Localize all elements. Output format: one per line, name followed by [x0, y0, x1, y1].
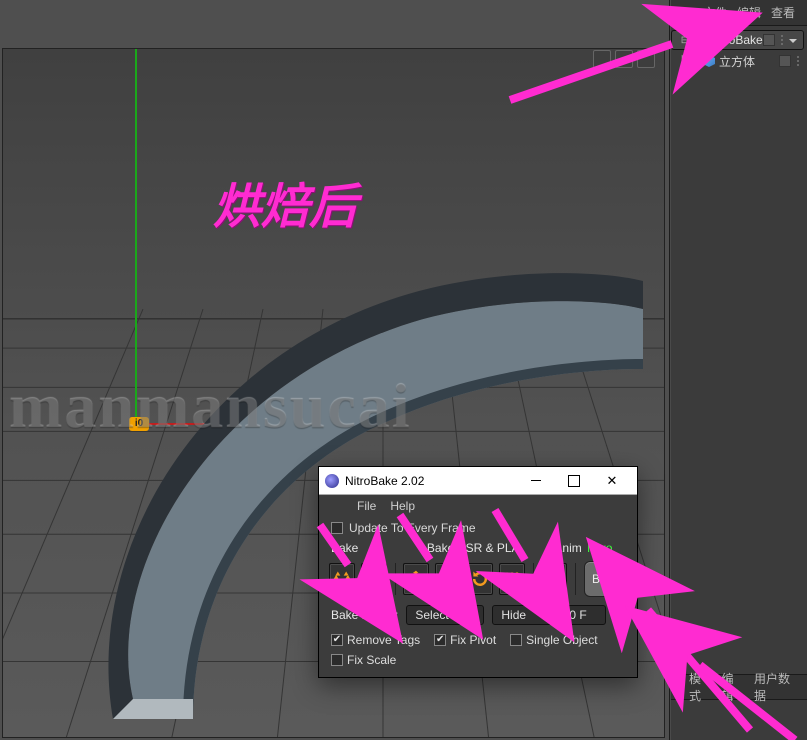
annotation-title-cn: 烘焙后	[213, 167, 357, 237]
watermark-text: manmansucai	[9, 369, 665, 443]
update-every-frame-label: Update To Every Frame	[349, 521, 476, 535]
remove-tags-checkbox[interactable]	[331, 634, 343, 646]
object-manager-tabbar: 文件 编辑 查看	[671, 0, 807, 26]
tab-file[interactable]: 文件	[703, 4, 727, 21]
app-logo-icon	[325, 474, 339, 488]
panel-grip-icon	[331, 500, 343, 512]
menu-help[interactable]: Help	[390, 499, 415, 513]
tree-tag-icon[interactable]	[763, 34, 775, 46]
axis-y	[135, 49, 137, 429]
window-close-button[interactable]	[593, 467, 631, 495]
psr-frames-button[interactable]	[435, 563, 461, 595]
viewport-layout-button-3[interactable]	[637, 50, 655, 68]
tree-item-label: NitroBake	[710, 33, 763, 47]
tree-frame-badge: 0	[692, 33, 706, 47]
pivot-badge: i0	[129, 417, 149, 431]
dialog-titlebar[interactable]: NitroBake 2.02	[319, 467, 637, 495]
tab-edit[interactable]: 编辑	[737, 4, 761, 21]
single-object-label: Single Object	[526, 633, 597, 647]
section-label-bake: Bake	[331, 541, 397, 555]
tab-view[interactable]: 查看	[771, 4, 795, 21]
tab-edit2[interactable]: 编辑	[722, 670, 745, 704]
fix-scale-checkbox[interactable]	[331, 654, 343, 666]
viewport-layout-button-1[interactable]	[593, 50, 611, 68]
viewport-layout-button-2[interactable]	[615, 50, 633, 68]
bake-align-button[interactable]	[361, 563, 387, 595]
psr-move-button[interactable]	[403, 563, 429, 595]
tree-dots-icon[interactable]	[779, 34, 785, 46]
tab-userdata[interactable]: 用户数据	[754, 670, 799, 704]
tree-dots-icon[interactable]	[795, 55, 801, 67]
tree-item-label: 立方体	[719, 53, 755, 70]
bake-recycle-button[interactable]	[329, 563, 355, 595]
update-every-frame-checkbox[interactable]	[331, 522, 343, 534]
object-tree[interactable]: ⊟ 0 NitroBake └ 立方体	[671, 30, 807, 72]
psr-loop-button[interactable]	[467, 563, 493, 595]
axis-x	[135, 423, 235, 425]
hide-select[interactable]: Hide	[492, 605, 554, 625]
tree-item-cube[interactable]: └ 立方体	[671, 50, 807, 72]
bake-mode-label: Bake Mode :	[331, 608, 398, 622]
window-maximize-button[interactable]	[555, 467, 593, 495]
bake-mode-select[interactable]: Select	[406, 605, 484, 625]
remove-tags-label: Remove Tags	[347, 633, 420, 647]
viewport-icon-bar	[10, 50, 655, 68]
tree-tag-icon[interactable]	[779, 55, 791, 67]
dialog-menubar: File Help	[319, 495, 637, 517]
fix-pivot-checkbox[interactable]	[434, 634, 446, 646]
menu-file[interactable]: File	[357, 499, 376, 513]
section-label-nitro: Nitro	[587, 541, 625, 555]
bake-button[interactable]: Bake	[584, 561, 627, 597]
section-label-psr-pla: Bake PSR & PLA	[397, 541, 549, 555]
frame-spinner[interactable]: 0 F	[562, 605, 606, 625]
anim-filmstrip-button[interactable]	[542, 563, 568, 595]
tab-mode[interactable]: 模式	[689, 670, 712, 704]
attribute-manager-tabbar: 模式 编辑 用户数据	[671, 674, 807, 700]
panel-grip-icon	[679, 6, 693, 20]
fix-pivot-label: Fix Pivot	[450, 633, 496, 647]
single-object-checkbox[interactable]	[510, 634, 522, 646]
tree-caret-icon[interactable]: ⊟	[680, 35, 690, 46]
dialog-title-text: NitroBake 2.02	[345, 474, 424, 488]
cube-icon	[703, 55, 715, 67]
window-minimize-button[interactable]	[517, 467, 555, 495]
tree-branch-icon: └	[677, 56, 687, 67]
fix-scale-label: Fix Scale	[347, 653, 396, 667]
psr-matrix-button[interactable]	[499, 563, 525, 595]
section-label-anim: Anim	[549, 541, 587, 555]
tree-item-nitrobake[interactable]: ⊟ 0 NitroBake	[671, 30, 804, 50]
nitrobake-dialog[interactable]: NitroBake 2.02 File Help Update To Every…	[318, 466, 638, 678]
